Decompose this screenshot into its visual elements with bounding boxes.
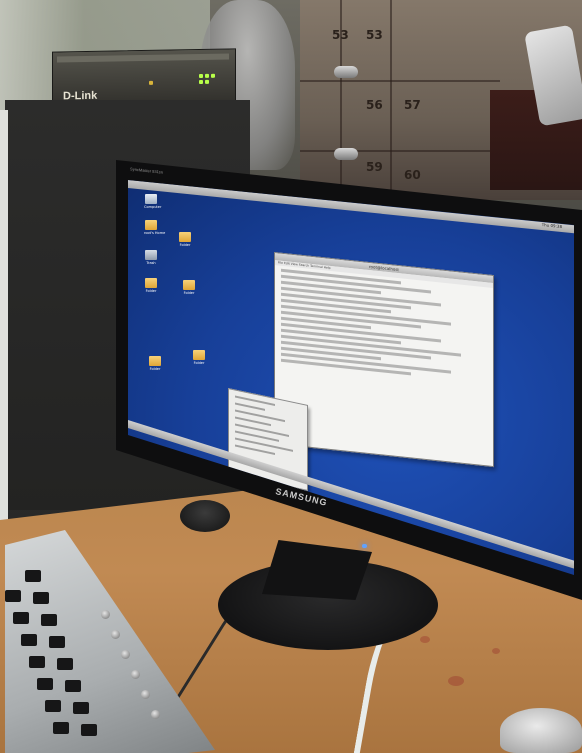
folder-icon [145, 278, 157, 288]
switch-led [199, 79, 203, 85]
media-key[interactable] [121, 650, 130, 659]
round-speaker [180, 500, 230, 532]
switch-top-strip [57, 53, 229, 63]
computer-mouse[interactable] [500, 708, 582, 753]
desktop-icon-trash[interactable]: Trash [144, 250, 158, 265]
desktop-icon-home[interactable]: root's Home [144, 220, 166, 235]
locker-number: 53 [366, 28, 383, 42]
switch-led [149, 80, 153, 85]
desktop-icon-label: Folder [183, 291, 195, 295]
desktop-icon-computer[interactable]: Computer [144, 194, 162, 209]
desktop-icon-label: Trash [146, 261, 156, 265]
desktop-icon-folder[interactable]: Folder [148, 356, 162, 371]
folder-icon [179, 232, 191, 242]
keyboard-key[interactable] [41, 614, 57, 626]
keyboard-key[interactable] [73, 702, 89, 714]
locker-number: 57 [404, 98, 421, 112]
keyboard-key[interactable] [49, 636, 65, 648]
desktop-icon-label: root's Home [144, 231, 166, 235]
desktop-icon-folder[interactable]: Folder [144, 278, 158, 293]
keyboard-key[interactable] [81, 724, 97, 736]
desk-stain [448, 676, 464, 686]
switch-led [211, 73, 215, 78]
desktop-icon-folder[interactable]: Folder [178, 232, 192, 247]
switch-led [199, 73, 203, 79]
keyboard-key[interactable] [25, 570, 41, 582]
desk-stain [492, 648, 500, 654]
keyboard-key[interactable] [57, 658, 73, 670]
desktop-icon-folder[interactable]: Folder [192, 350, 206, 365]
media-key[interactable] [131, 670, 140, 679]
keyboard-key[interactable] [5, 590, 21, 602]
folder-icon [193, 350, 205, 360]
keyboard-key[interactable] [33, 592, 49, 604]
desktop-icon-label: Folder [149, 367, 161, 371]
folder-icon [183, 280, 195, 290]
keyboard-key[interactable] [37, 678, 53, 690]
keyboard-key[interactable] [29, 656, 45, 668]
partition-edge [0, 110, 8, 530]
media-key[interactable] [101, 610, 110, 619]
locker-number: 56 [366, 98, 383, 112]
computer-icon [145, 194, 157, 204]
media-key[interactable] [141, 690, 150, 699]
folder-icon [149, 356, 161, 366]
keyboard-key[interactable] [53, 722, 69, 734]
locker-number: 59 [366, 160, 383, 174]
trash-icon [145, 250, 157, 260]
media-key[interactable] [111, 630, 120, 639]
keyboard-key[interactable] [65, 680, 81, 692]
keyboard-key[interactable] [45, 700, 61, 712]
photo-scene: 53 53 56 57 59 60 D-Link SyncMaster 931s… [0, 0, 582, 753]
context-menu-item[interactable] [235, 423, 289, 437]
locker-knob [334, 148, 358, 160]
locker-knob [334, 66, 358, 78]
desktop-icon-label: Folder [145, 289, 157, 293]
desktop-icon-label: Computer [144, 205, 162, 209]
folder-icon [145, 220, 157, 230]
power-led-icon [362, 544, 367, 548]
switch-led [205, 73, 209, 78]
keyboard-key[interactable] [13, 612, 29, 624]
locker-number: 53 [332, 28, 349, 42]
switch-led [205, 79, 209, 84]
desktop-icon-label: Folder [179, 243, 191, 247]
keyboard-key[interactable] [21, 634, 37, 646]
media-key[interactable] [151, 710, 160, 719]
desktop-icon-folder[interactable]: Folder [182, 280, 196, 295]
desktop-icon-label: Folder [193, 361, 205, 365]
locker-number: 60 [404, 168, 421, 182]
